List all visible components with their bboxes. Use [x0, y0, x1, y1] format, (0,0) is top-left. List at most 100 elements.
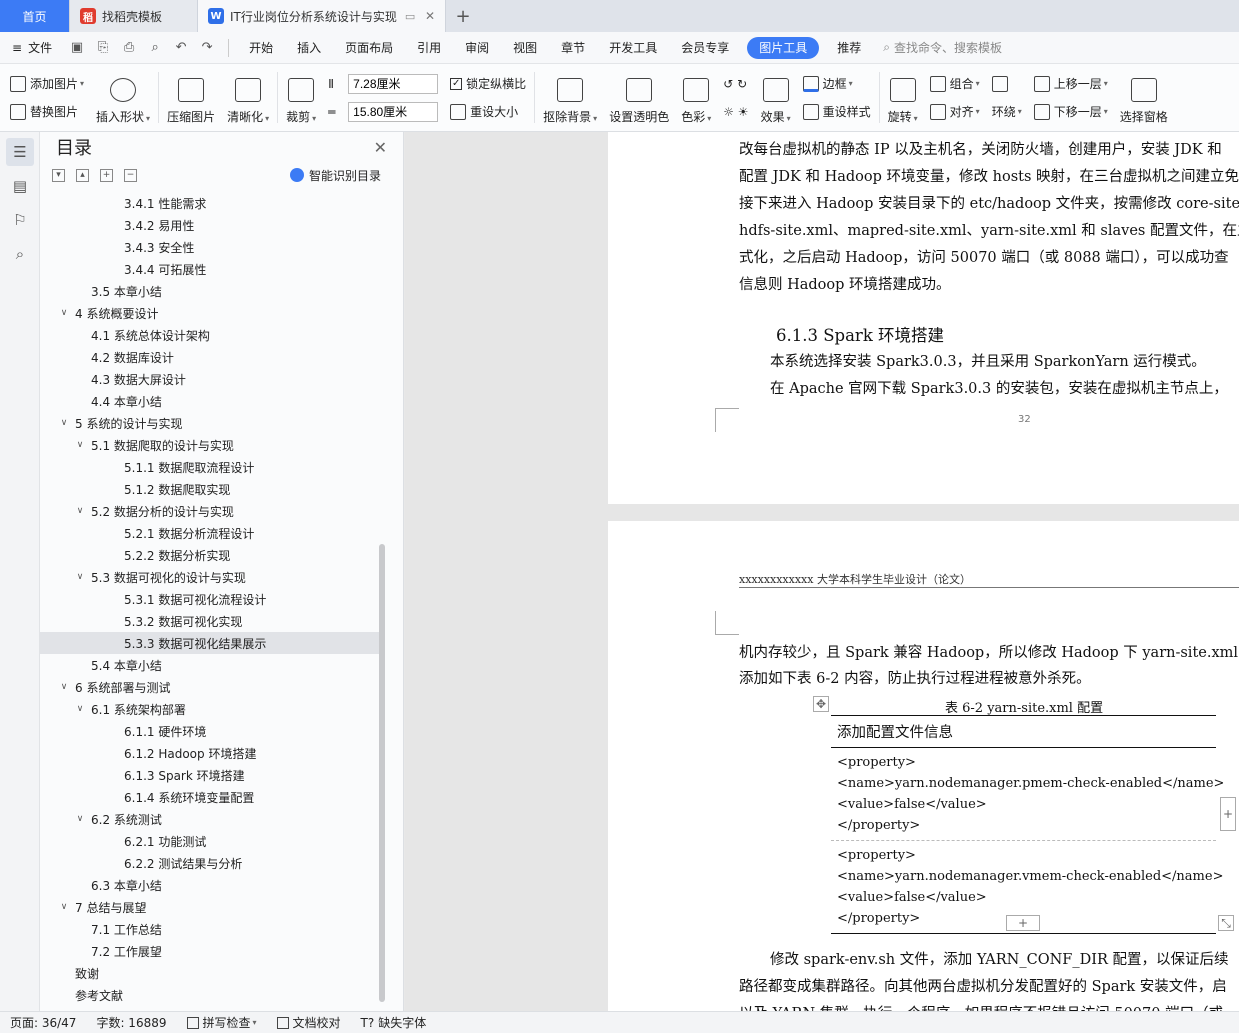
toc-item[interactable]: 5.2.2 数据分析实现 [40, 544, 380, 566]
bring-forward-button[interactable]: 上移一层 ▾ [1033, 73, 1108, 95]
redo-icon[interactable]: ↷ [197, 38, 217, 58]
table-cell[interactable]: <property> <name>yarn.nodemanager.pmem-ch… [831, 748, 1224, 841]
clarify-button[interactable]: 清晰化 ▾ [221, 64, 275, 131]
reset-style-button[interactable]: 重设样式 [802, 101, 871, 123]
preview-icon[interactable]: ⌕ [145, 38, 165, 58]
brightness-icon[interactable]: ☼ ☀ [723, 101, 748, 123]
set-transparent-button[interactable]: 设置透明色 [603, 64, 675, 131]
resize-table-icon[interactable]: ⤡ [1218, 915, 1234, 931]
replace-image-button[interactable]: 替换图片 [10, 101, 84, 123]
toc-item[interactable]: 5.3.3 数据可视化结果展示 [40, 632, 380, 654]
toc-item[interactable]: 4.3 数据大屏设计 [40, 368, 380, 390]
menu-reference[interactable]: 引用 [405, 32, 453, 64]
toc-item[interactable]: 5.4 本章小结 [40, 654, 380, 676]
remove-level-icon[interactable]: − [124, 168, 137, 182]
rotate-button[interactable]: 旋转 ▾ [882, 64, 924, 131]
save-icon[interactable]: ▣ [67, 38, 87, 58]
selection-pane-button[interactable]: 选择窗格 [1114, 64, 1174, 131]
menu-view[interactable]: 视图 [501, 32, 549, 64]
file-menu[interactable]: ≡ 文件 [0, 32, 64, 64]
expand-all-icon[interactable]: ▴ [76, 168, 89, 182]
close-icon[interactable]: ✕ [374, 138, 387, 157]
menu-vip[interactable]: 会员专享 [669, 32, 741, 64]
toc-item[interactable]: 5.3.1 数据可视化流程设计 [40, 588, 380, 610]
add-column-icon[interactable]: + [1220, 797, 1236, 831]
wrap-button[interactable]: 环绕 ▾ [992, 101, 1022, 123]
toc-item[interactable]: 3.4.2 易用性 [40, 214, 380, 236]
toc-item[interactable]: 6.1.1 硬件环境 [40, 720, 380, 742]
toc-item[interactable]: ∨ 5.3 数据可视化的设计与实现 [40, 566, 380, 588]
toc-item[interactable]: ∨ 7 总结与展望 [40, 896, 380, 918]
menu-review[interactable]: 审阅 [453, 32, 501, 64]
chevron-down-icon[interactable]: ∨ [58, 682, 70, 692]
effect-button[interactable]: 效果 ▾ [755, 64, 797, 131]
menu-insert[interactable]: 插入 [285, 32, 333, 64]
toc-item[interactable]: ∨ 6 系统部署与测试 [40, 676, 380, 698]
toc-item[interactable]: 致谢 [40, 962, 380, 984]
chevron-down-icon[interactable]: ∨ [74, 704, 86, 714]
toc-item[interactable]: 参考文献 [40, 984, 380, 1004]
toc-item[interactable]: 3.4.1 性能需求 [40, 192, 380, 214]
monitor-icon[interactable]: ▭ [405, 10, 415, 23]
missing-font-button[interactable]: T? 缺失字体 [351, 1014, 437, 1031]
toc-item[interactable]: 7.2 工作展望 [40, 940, 380, 962]
search-panel-icon[interactable]: ⌕ [6, 240, 34, 268]
toc-item[interactable]: ∨ 4 系统概要设计 [40, 302, 380, 324]
group-button[interactable]: 组合 ▾ [929, 73, 980, 95]
new-tab-button[interactable]: + [446, 0, 480, 32]
toc-item[interactable]: 3.4.4 可拓展性 [40, 258, 380, 280]
export-icon[interactable]: ⎘ [93, 38, 113, 58]
chevron-down-icon[interactable]: ∨ [74, 506, 86, 516]
smart-toc-button[interactable]: 智能识别目录 [289, 167, 381, 184]
page-indicator[interactable]: 页面: 36/47 [0, 1014, 86, 1031]
print-icon[interactable]: ⎙ [119, 38, 139, 58]
toc-item[interactable]: ∨ 6.1 系统架构部署 [40, 698, 380, 720]
chevron-down-icon[interactable]: ∨ [58, 902, 70, 912]
tab-home[interactable]: 首页 [0, 0, 70, 32]
toc-item[interactable]: 3.4.3 安全性 [40, 236, 380, 258]
crop-button[interactable]: 裁剪 ▾ [280, 64, 322, 131]
toc-item[interactable]: 5.2.1 数据分析流程设计 [40, 522, 380, 544]
toc-scrollbar[interactable] [379, 544, 385, 1002]
border-button[interactable]: 边框 ▾ [802, 73, 871, 95]
add-row-icon[interactable]: + [1006, 915, 1040, 931]
toc-item[interactable]: ∨ 5 系统的设计与实现 [40, 412, 380, 434]
menu-picture-tools[interactable]: 图片工具 [747, 36, 820, 59]
chevron-down-icon[interactable]: ∨ [58, 308, 70, 318]
toc-panel-icon[interactable]: ☰ [6, 138, 34, 166]
toc-item[interactable]: 6.2.1 功能测试 [40, 830, 380, 852]
reset-size-button[interactable]: 重设大小 [450, 101, 526, 123]
word-count[interactable]: 字数: 16889 [86, 1014, 176, 1031]
table-move-handle-icon[interactable]: ✥ [813, 696, 829, 712]
menu-recommend[interactable]: 推荐 [825, 32, 873, 64]
toc-item[interactable]: 5.1.2 数据爬取实现 [40, 478, 380, 500]
toc-item[interactable]: 6.1.4 系统环境变量配置 [40, 786, 380, 808]
add-image-button[interactable]: 添加图片 ▾ [10, 73, 84, 95]
toc-item[interactable]: 5.3.2 数据可视化实现 [40, 610, 380, 632]
spell-check-button[interactable]: 拼写检查 ▾ [177, 1014, 267, 1031]
lock-ratio-checkbox[interactable]: ✓ 锁定纵横比 [450, 73, 526, 95]
compress-image-button[interactable]: 压缩图片 [161, 64, 221, 131]
toc-item[interactable]: ∨ 5.2 数据分析的设计与实现 [40, 500, 380, 522]
width-input[interactable] [348, 73, 439, 94]
toc-item[interactable]: 6.2.2 测试结果与分析 [40, 852, 380, 874]
close-tab-icon[interactable]: ✕ [425, 9, 435, 23]
menu-chapter[interactable]: 章节 [549, 32, 597, 64]
bookmark-icon[interactable]: ⚐ [6, 206, 34, 234]
chevron-down-icon[interactable]: ∨ [74, 440, 86, 450]
command-search[interactable]: ⌕ 查找命令、搜索模板 [883, 39, 1002, 56]
chapter-nav-icon[interactable]: ▤ [6, 172, 34, 200]
toc-item[interactable]: ∨ 5.1 数据爬取的设计与实现 [40, 434, 380, 456]
menu-layout[interactable]: 页面布局 [333, 32, 405, 64]
rotate-left-icon[interactable]: ↺ ↻ [723, 73, 748, 95]
toc-item[interactable]: 6.3 本章小结 [40, 874, 380, 896]
align-button[interactable]: 对齐 ▾ [929, 101, 980, 123]
toc-item[interactable]: 6.1.3 Spark 环境搭建 [40, 764, 380, 786]
remove-background-button[interactable]: 抠除背景 ▾ [537, 64, 603, 131]
proofread-button[interactable]: 文档校对 [267, 1014, 351, 1031]
chevron-down-icon[interactable]: ∨ [58, 418, 70, 428]
toc-item[interactable]: 3.5 本章小结 [40, 280, 380, 302]
toc-item[interactable]: ∨ 6.2 系统测试 [40, 808, 380, 830]
menu-devtools[interactable]: 开发工具 [597, 32, 669, 64]
send-backward-button[interactable]: 下移一层 ▾ [1033, 101, 1108, 123]
